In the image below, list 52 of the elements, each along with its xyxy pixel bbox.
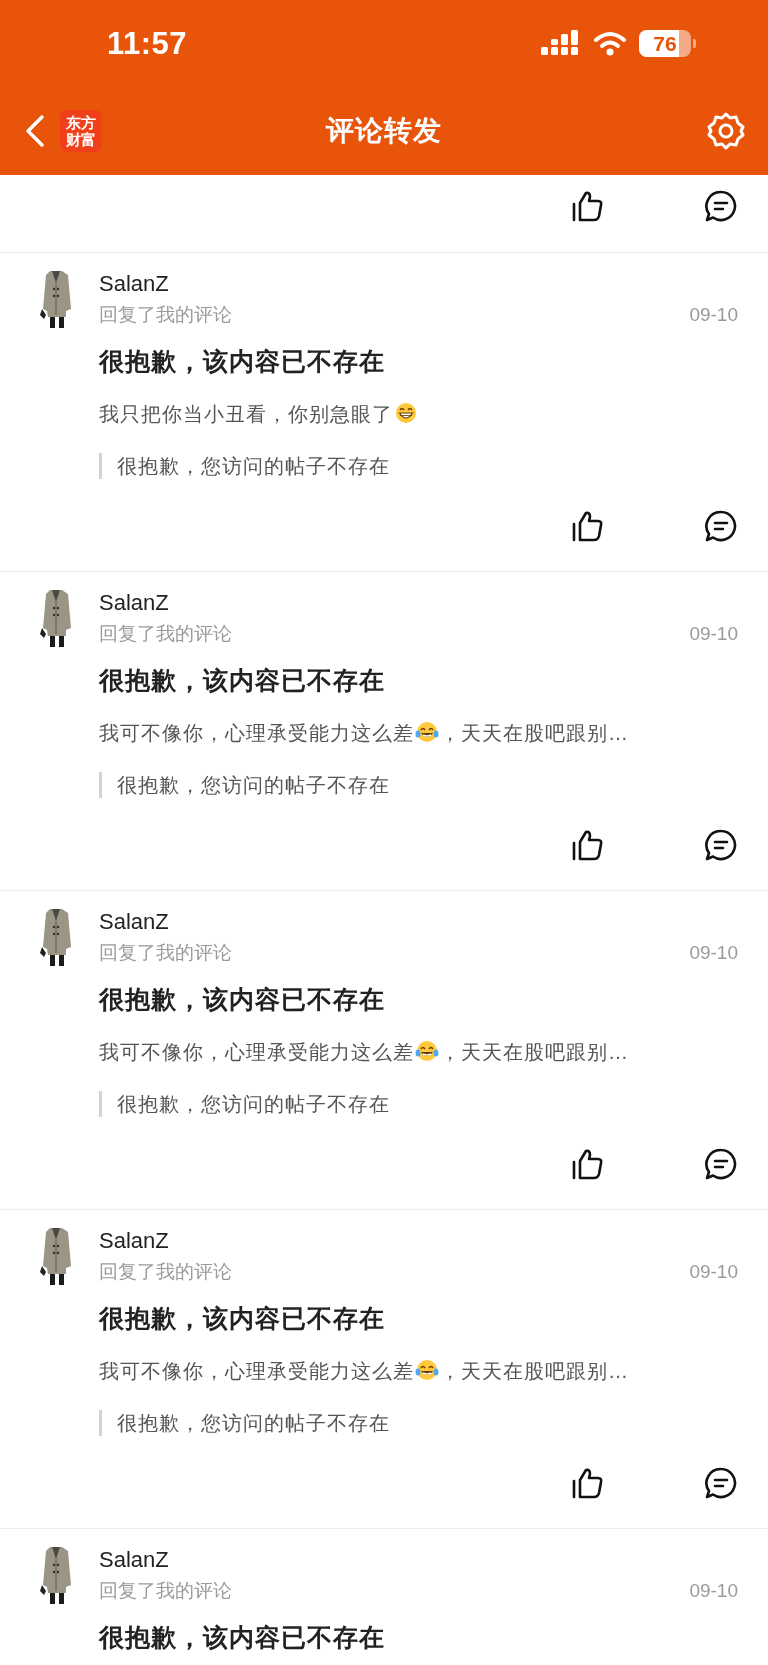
grinning-face-icon [395, 402, 417, 424]
deleted-notice: 很抱歉，该内容已不存在 [99, 346, 386, 377]
user-name[interactable]: SalanZ [99, 1226, 738, 1256]
app-logo[interactable]: 东方 财富 [60, 110, 102, 152]
thumbs-up-icon[interactable] [571, 1147, 605, 1181]
settings-icon[interactable] [706, 111, 746, 151]
deleted-notice: 很抱歉，该内容已不存在 [99, 665, 386, 696]
comment-text: ，天天在股吧跟别… [440, 1041, 629, 1063]
laughing-tears-face-icon [415, 721, 439, 743]
thumbs-up-icon[interactable] [571, 189, 605, 223]
deleted-notice: 很抱歉，该内容已不存在 [99, 984, 386, 1015]
comment-icon[interactable] [704, 189, 738, 223]
comment-icon[interactable] [704, 1147, 738, 1181]
comment-text: 我可不像你，心理承受能力这么差 [99, 1041, 414, 1063]
quoted-post[interactable]: 很抱歉，您访问的帖子不存在 [99, 772, 738, 798]
comment-text: ，天天在股吧跟别… [440, 722, 629, 744]
reply-label: 回复了我的评论 [99, 1260, 232, 1284]
deleted-notice: 很抱歉，该内容已不存在 [99, 1622, 386, 1653]
reply-label: 回复了我的评论 [99, 622, 232, 646]
thumbs-up-icon[interactable] [571, 1466, 605, 1500]
comment-text: 我可不像你，心理承受能力这么差 [99, 1360, 414, 1382]
comment-text: 我只把你当小丑看，你别急眼了 [99, 403, 393, 425]
laughing-tears-face-icon [415, 1359, 439, 1381]
thumbs-up-icon[interactable] [571, 828, 605, 862]
status-time: 11:57 [107, 25, 188, 62]
comment-date: 09-10 [689, 1580, 738, 1602]
reply-label: 回复了我的评论 [99, 1579, 232, 1603]
reply-label: 回复了我的评论 [99, 941, 232, 965]
user-name[interactable]: SalanZ [99, 269, 738, 299]
wifi-icon [593, 30, 627, 57]
comment-date: 09-10 [689, 304, 738, 326]
page-title: 评论转发 [326, 115, 442, 146]
user-name[interactable]: SalanZ [99, 1545, 738, 1575]
comment-icon[interactable] [704, 828, 738, 862]
quoted-post[interactable]: 很抱歉，您访问的帖子不存在 [99, 1091, 738, 1117]
comment-date: 09-10 [689, 1261, 738, 1283]
quoted-post[interactable]: 很抱歉，您访问的帖子不存在 [99, 453, 738, 479]
thumbs-up-icon[interactable] [571, 509, 605, 543]
back-icon[interactable] [24, 114, 46, 148]
signal-icon [541, 29, 581, 58]
comment-date: 09-10 [689, 942, 738, 964]
reply-label: 回复了我的评论 [99, 303, 232, 327]
comment-icon[interactable] [704, 1466, 738, 1500]
user-name[interactable]: SalanZ [99, 588, 738, 618]
user-name[interactable]: SalanZ [99, 907, 738, 937]
laughing-tears-face-icon [415, 1040, 439, 1062]
deleted-notice: 很抱歉，该内容已不存在 [99, 1303, 386, 1334]
comment-text: ，天天在股吧跟别… [440, 1360, 629, 1382]
comment-date: 09-10 [689, 623, 738, 645]
quoted-post[interactable]: 很抱歉，您访问的帖子不存在 [99, 1410, 738, 1436]
comment-icon[interactable] [704, 509, 738, 543]
comment-text: 我可不像你，心理承受能力这么差 [99, 722, 414, 744]
